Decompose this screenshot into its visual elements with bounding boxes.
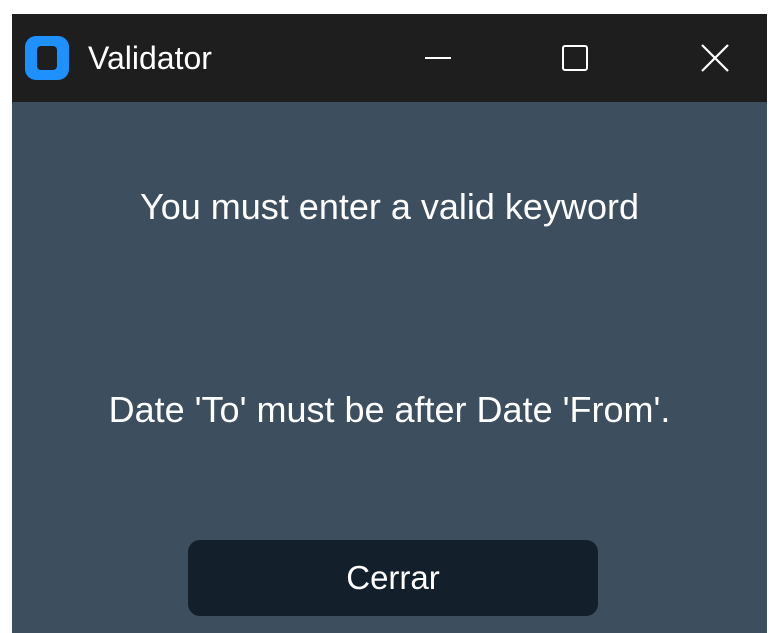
keyword-error-message: You must enter a valid keyword: [140, 186, 639, 227]
maximize-button[interactable]: [553, 38, 597, 78]
minimize-button[interactable]: [416, 38, 460, 78]
cerrar-button[interactable]: Cerrar: [188, 540, 598, 616]
validator-window: Validator You must enter a valid keyword…: [12, 14, 767, 633]
dialog-content: You must enter a valid keyword Date 'To'…: [12, 102, 767, 633]
maximize-icon: [562, 45, 588, 71]
close-window-button[interactable]: [693, 38, 737, 78]
date-error-message: Date 'To' must be after Date 'From'.: [108, 389, 671, 430]
close-icon: [701, 44, 729, 72]
minimize-icon: [425, 57, 451, 59]
title-bar[interactable]: Validator: [12, 14, 767, 102]
app-icon: [25, 36, 69, 80]
window-title: Validator: [88, 40, 212, 76]
